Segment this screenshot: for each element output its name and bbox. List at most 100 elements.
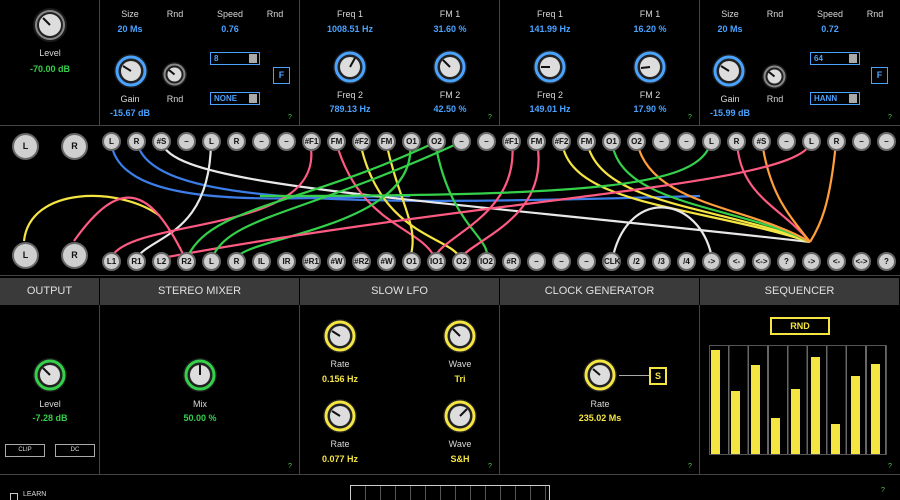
patch-jack[interactable]: /2 [627,252,646,271]
patch-jack[interactable]: – [452,132,471,151]
gain-knob[interactable] [712,54,746,88]
patch-jack[interactable]: ? [777,252,796,271]
lfo-wave-knob-1[interactable] [443,319,477,353]
freq2-knob[interactable] [533,50,567,84]
clock-rate-knob[interactable] [583,358,617,392]
help-icon[interactable]: ? [288,463,292,470]
sequencer-step[interactable] [771,418,780,454]
patch-jack[interactable]: R [227,252,246,271]
patch-jack[interactable]: #W [327,252,346,271]
help-icon[interactable]: ? [688,463,692,470]
patch-jack[interactable]: <- [827,252,846,271]
help-icon[interactable]: ? [288,114,292,121]
sequencer-step[interactable] [851,376,860,454]
patch-jack[interactable]: #R [502,252,521,271]
patch-jack[interactable]: L [802,132,821,151]
patch-jack[interactable]: – [677,132,696,151]
lfo-wave-knob-2[interactable] [443,399,477,433]
sequencer-step[interactable] [791,389,800,454]
patch-jack[interactable]: O1 [402,132,421,151]
patch-jack[interactable]: CLK [602,252,621,271]
clip-button[interactable]: CLIP [5,444,45,457]
patch-jack[interactable]: O2 [627,132,646,151]
patch-jack[interactable]: O2 [452,252,471,271]
lfo-rate-knob-1[interactable] [323,319,357,353]
help-icon[interactable]: ? [688,114,692,121]
patch-jack[interactable]: – [877,132,896,151]
help-icon[interactable]: ? [888,114,892,121]
gain-knob[interactable] [114,54,148,88]
patch-jack[interactable]: <- [727,252,746,271]
window-type-select[interactable]: NONE [210,92,260,105]
window-size-select[interactable]: 8 [210,52,260,65]
patch-jack[interactable]: IL [252,252,271,271]
sequencer-rnd-button[interactable]: RND [770,317,830,335]
patch-jack[interactable]: IO2 [477,252,496,271]
patch-jack[interactable]: – [552,252,571,271]
patch-jack[interactable]: O1 [402,252,421,271]
f-button[interactable]: F [273,67,290,84]
patch-jack[interactable]: L2 [152,252,171,271]
patch-jack[interactable]: – [652,132,671,151]
patch-jack[interactable]: – [577,252,596,271]
sequencer-steps[interactable] [709,345,887,455]
help-icon[interactable]: ? [881,487,885,494]
sequencer-step[interactable] [751,365,760,454]
patch-jack[interactable]: #W [377,252,396,271]
patch-jack[interactable]: R [827,132,846,151]
patch-jack[interactable]: – [852,132,871,151]
patch-jack[interactable]: #R1 [302,252,321,271]
patch-jack[interactable]: #F2 [552,132,571,151]
dc-button[interactable]: DC [55,444,95,457]
mix-knob[interactable] [183,358,217,392]
patch-jack[interactable]: #F1 [302,132,321,151]
patch-jack[interactable]: L [102,132,121,151]
patch-jack[interactable]: FM [327,132,346,151]
patch-jack[interactable]: #S [152,132,171,151]
patch-jack[interactable]: -> [802,252,821,271]
patch-jack[interactable]: #F1 [502,132,521,151]
patch-jack[interactable]: R [227,132,246,151]
patch-big-jack-r-bottom[interactable]: R [61,242,88,269]
patch-jack[interactable]: /4 [677,252,696,271]
lfo-rate-knob-2[interactable] [323,399,357,433]
patch-jack[interactable]: – [527,252,546,271]
patch-jack[interactable]: O2 [427,132,446,151]
learn-checkbox[interactable] [10,493,18,500]
window-type-select[interactable]: HANN [810,92,860,105]
patch-big-jack-r[interactable]: R [61,133,88,160]
fm2-knob[interactable] [433,50,467,84]
patch-jack[interactable]: R1 [127,252,146,271]
patch-jack[interactable]: – [777,132,796,151]
window-size-select[interactable]: 64 [810,52,860,65]
help-icon[interactable]: ? [888,463,892,470]
patch-jack[interactable]: /3 [652,252,671,271]
patch-jack[interactable]: L1 [102,252,121,271]
sequencer-step[interactable] [871,364,880,454]
freq2-knob[interactable] [333,50,367,84]
patch-jack[interactable]: R [127,132,146,151]
patch-jack[interactable]: FM [577,132,596,151]
patch-jack[interactable]: #F2 [352,132,371,151]
patch-jack[interactable]: #R2 [352,252,371,271]
patch-jack[interactable]: L [702,132,721,151]
patch-jack[interactable]: IR [277,252,296,271]
f-button[interactable]: F [871,67,888,84]
patch-jack[interactable]: ? [877,252,896,271]
output-level-knob[interactable] [33,358,67,392]
rnd-knob[interactable] [762,64,787,89]
patch-jack[interactable]: L [202,132,221,151]
patch-big-jack-l[interactable]: L [12,133,39,160]
sync-button[interactable]: S [649,367,667,385]
patch-jack[interactable]: -> [702,252,721,271]
fm2-knob[interactable] [633,50,667,84]
sequencer-step[interactable] [831,424,840,454]
patch-jack[interactable]: R [727,132,746,151]
rnd-knob[interactable] [162,62,187,87]
patch-jack[interactable]: R2 [177,252,196,271]
help-icon[interactable]: ? [488,463,492,470]
patch-jack[interactable]: <-> [852,252,871,271]
sequencer-step[interactable] [731,391,740,454]
patch-jack[interactable]: FM [527,132,546,151]
patch-jack[interactable]: FM [377,132,396,151]
